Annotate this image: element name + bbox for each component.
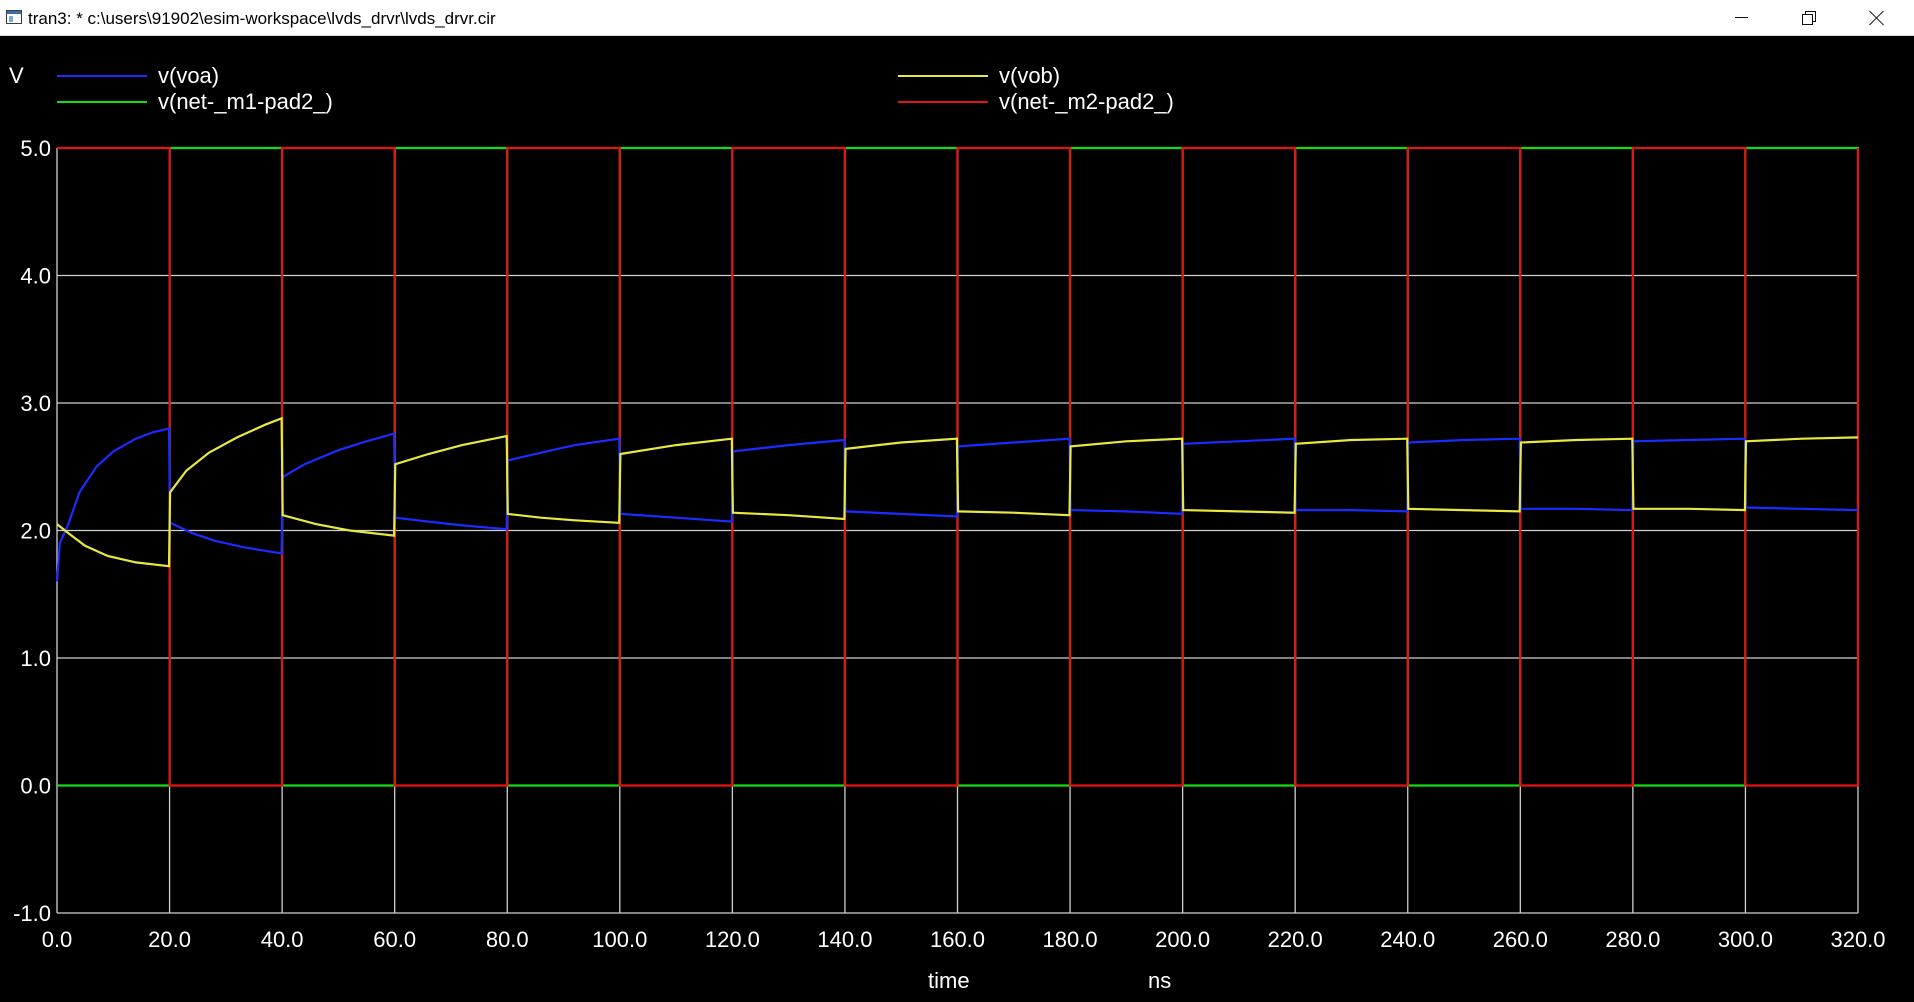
- tick-labels: 5.04.03.02.01.00.0-1.00.0 20.0 40.0 60.0 80.…: [13, 136, 1885, 952]
- close-icon: [1869, 10, 1885, 26]
- x-tick-label: 260.0: [1493, 927, 1548, 952]
- transient-plot: V time ns v(voa) v(vob)v(net-_m1-pad2_) v(…: [9, 63, 1886, 993]
- close-button[interactable]: [1848, 0, 1906, 35]
- legend: v(voa) v(vob) v(net-_m1-pad2_) v(net-_m2-pa…: [57, 63, 1174, 114]
- x-tick-label: 80.0: [486, 927, 529, 952]
- x-tick-label: 220.0: [1268, 927, 1323, 952]
- x-tick-label: 320.0: [1830, 927, 1885, 952]
- x-tick-label: 180.0: [1043, 927, 1098, 952]
- x-axis-label: time: [928, 968, 970, 993]
- y-axis-label: V: [9, 63, 24, 88]
- x-tick-label: 100.0: [592, 927, 647, 952]
- legend-label: v(vob): [999, 63, 1060, 88]
- legend-label: v(net-_m2-pad2_): [999, 89, 1174, 114]
- restore-icon: [1802, 10, 1816, 25]
- x-axis-unit: ns: [1148, 968, 1171, 993]
- window-title: tran3: * c:\users\91902\esim-workspace\l…: [28, 9, 496, 28]
- y-tick-label: 5.0: [20, 136, 51, 161]
- x-tick-label: 120.0: [705, 927, 760, 952]
- y-tick-label: 3.0: [20, 391, 51, 416]
- x-tick-label: 280.0: [1605, 927, 1660, 952]
- x-tick-label: 0.0: [42, 927, 73, 952]
- x-tick-label: 200.0: [1155, 927, 1210, 952]
- x-tick-label: 60.0: [373, 927, 416, 952]
- minimize-button[interactable]: [1712, 0, 1770, 35]
- legend-label: v(net-_m1-pad2_): [158, 89, 333, 114]
- y-tick-label: 1.0: [20, 646, 51, 671]
- y-tick-label: -1.0: [13, 901, 51, 926]
- y-tick-label: 2.0: [20, 519, 51, 544]
- y-tick-label: 4.0: [20, 264, 51, 289]
- y-tick-label: 0.0: [20, 774, 51, 799]
- x-tick-label: 160.0: [930, 927, 985, 952]
- x-tick-label: 300.0: [1718, 927, 1773, 952]
- restore-button[interactable]: [1780, 0, 1838, 35]
- window-titlebar: tran3: * c:\users\91902\esim-workspace\l…: [0, 0, 1914, 36]
- legend-label: v(voa): [158, 63, 219, 88]
- app-icon: [6, 10, 22, 24]
- x-tick-label: 140.0: [817, 927, 872, 952]
- x-tick-label: 40.0: [261, 927, 304, 952]
- x-tick-label: 240.0: [1380, 927, 1435, 952]
- x-tick-label: 20.0: [148, 927, 191, 952]
- minimize-icon: [1734, 17, 1748, 18]
- traces: [55, 146, 1860, 787]
